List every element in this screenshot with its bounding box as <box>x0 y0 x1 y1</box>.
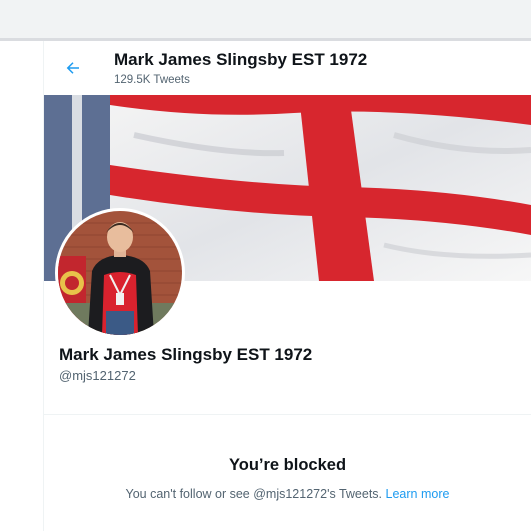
browser-toolbar <box>0 0 531 38</box>
back-arrow-icon <box>66 62 79 74</box>
back-button[interactable] <box>58 53 88 83</box>
blocked-title: You’re blocked <box>228 456 347 474</box>
learn-more-link[interactable]: Learn more <box>386 487 450 501</box>
avatar-photo <box>58 211 182 335</box>
profile-handle: @mjs121272 <box>59 368 136 383</box>
tweet-count: 129.5K Tweets <box>114 74 190 86</box>
header-title: Mark James Slingsby EST 1972 <box>114 50 368 69</box>
blocked-message: You can't follow or see @mjs121272's Twe… <box>125 487 383 501</box>
profile-header-bar: Mark James Slingsby EST 1972 129.5K Twee… <box>44 41 531 95</box>
profile-name: Mark James Slingsby EST 1972 <box>59 345 313 364</box>
blocked-message-row: You can't follow or see @mjs121272's Twe… <box>44 487 531 501</box>
avatar[interactable] <box>55 208 185 338</box>
section-divider <box>44 414 531 415</box>
